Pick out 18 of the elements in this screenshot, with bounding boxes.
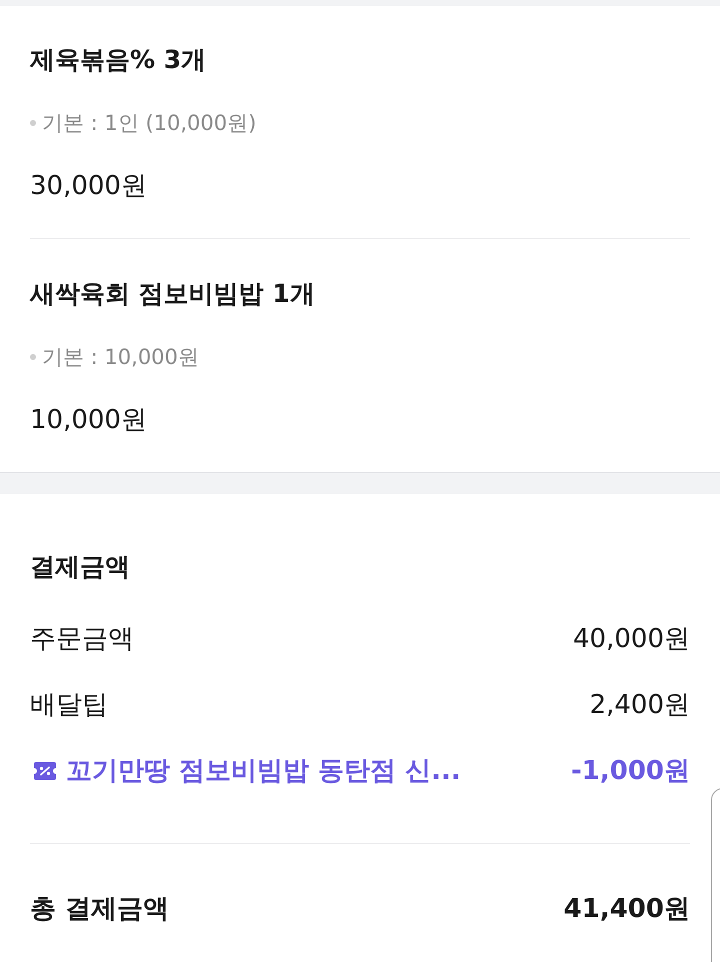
item-price: 30,000원 [30,170,147,203]
coupon-icon [34,762,56,780]
option-text: 기본 : 10,000원 [42,344,199,371]
item-name: 새싹육회 점보비빔밥 1개 [30,278,315,310]
coupon-label: 꼬기만땅 점보비빔밥 동탄점 신... [66,755,461,788]
item-name: 제육볶음% 3개 [30,44,206,76]
row-label: 배달팁 [30,689,108,722]
bullet-icon [30,354,36,360]
bullet-icon [30,120,36,126]
total-amount: 41,400원 [564,893,690,926]
item-price: 10,000원 [30,404,147,437]
payment-title: 결제금액 [30,551,130,583]
discount-amount: -1,000원 [570,755,690,788]
total-label: 총 결제금액 [30,893,170,926]
row-label: 주문금액 [30,623,134,656]
row-amount: 2,400원 [590,689,690,722]
row-amount: 40,000원 [573,623,690,656]
option-text: 기본 : 1인 (10,000원) [42,110,256,137]
